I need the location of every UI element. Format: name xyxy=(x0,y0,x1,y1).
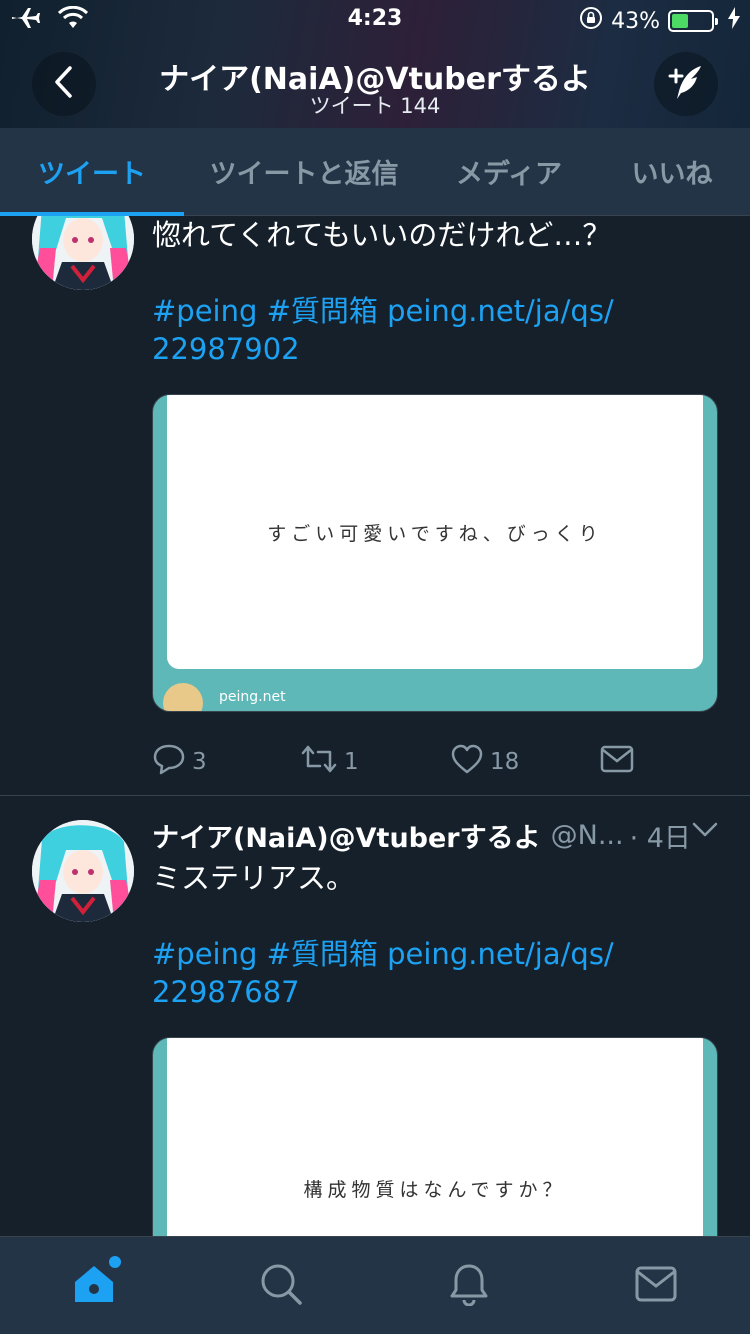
peing-logo xyxy=(163,683,203,711)
card-domain: peing.net xyxy=(219,689,286,705)
tweet-text: 惚れてくれてもいいのだけれど…？ xyxy=(152,218,612,252)
link-card[interactable]: 構成物質はなんですか？ xyxy=(152,1037,718,1236)
reply-button[interactable]: 3 xyxy=(152,742,300,782)
reply-icon xyxy=(152,742,186,782)
rotation-lock-icon xyxy=(579,6,603,36)
tweet-link[interactable]: #peing #質問箱 peing.net/ja/qs/ xyxy=(152,935,722,973)
avatar[interactable] xyxy=(32,820,134,922)
battery-icon xyxy=(668,10,718,32)
retweet-button[interactable]: 1 xyxy=(300,742,450,782)
messages-icon xyxy=(634,1264,678,1308)
nav-notifications[interactable] xyxy=(375,1237,563,1334)
status-bar: 4:23 43% xyxy=(0,0,750,40)
tab-media[interactable]: メディア xyxy=(424,128,594,215)
nav-search[interactable] xyxy=(188,1237,376,1334)
search-icon xyxy=(259,1262,303,1310)
bottom-tab-bar xyxy=(0,1236,750,1334)
retweet-icon xyxy=(300,742,338,782)
tweet-header: ナイア(NaiA)@Vtuberするよ @N... · 4日 xyxy=(152,816,722,855)
avatar[interactable] xyxy=(32,216,134,290)
nav-home[interactable] xyxy=(0,1237,188,1334)
like-button[interactable]: 18 xyxy=(450,742,600,782)
battery-percent: 43% xyxy=(611,8,660,34)
tab-tweets-and-replies[interactable]: ツイートと返信 xyxy=(184,128,424,215)
compose-tweet-button[interactable] xyxy=(654,52,718,116)
charging-icon xyxy=(728,7,740,35)
tweet-link[interactable]: #peing #質問箱 peing.net/ja/qs/ xyxy=(152,292,722,330)
card-question-text: すごい可愛いですね、びっくり xyxy=(167,395,703,669)
tweet-count: ツイート 144 xyxy=(309,94,441,118)
author-name[interactable]: ナイア(NaiA)@Vtuberするよ xyxy=(152,816,541,855)
tweet-item[interactable]: ナイア(NaiA)@Vtuberするよ @N... · 4日 ミステリアス。 #… xyxy=(0,796,750,1236)
compose-tweet-icon xyxy=(667,63,705,105)
tweet-item[interactable]: 惚れてくれてもいいのだけれど…？ #peing #質問箱 peing.net/j… xyxy=(0,216,750,796)
tweet-feed[interactable]: 惚れてくれてもいいのだけれど…？ #peing #質問箱 peing.net/j… xyxy=(0,216,750,1236)
link-card[interactable]: すごい可愛いですね、びっくり peing.net xyxy=(152,394,718,712)
profile-tabs: ツイート ツイートと返信 メディア いいね xyxy=(0,128,750,216)
nav-messages[interactable] xyxy=(563,1237,750,1334)
home-icon xyxy=(71,1255,121,1310)
card-question-text: 構成物質はなんですか？ xyxy=(167,1038,703,1236)
tab-tweets[interactable]: ツイート xyxy=(0,128,184,216)
tweet-time: · 4日 xyxy=(629,823,691,854)
tweet-actions: 3 1 18 xyxy=(152,742,634,782)
heart-icon xyxy=(450,742,484,782)
tweet-text: ミステリアス。 xyxy=(152,861,356,895)
profile-header: 4:23 43% ナイア(NaiA)@Vtuberするよ ツイート 144 xyxy=(0,0,750,128)
notifications-icon xyxy=(447,1262,491,1310)
tweet-link-id[interactable]: 22987902 xyxy=(152,330,722,368)
author-handle[interactable]: @N... xyxy=(551,820,624,851)
mail-icon xyxy=(600,744,634,780)
reply-count: 3 xyxy=(192,749,207,775)
tab-likes[interactable]: いいね xyxy=(594,128,750,215)
share-dm-button[interactable] xyxy=(600,744,634,780)
retweet-count: 1 xyxy=(344,749,359,775)
tweet-link-id[interactable]: 22987687 xyxy=(152,973,722,1011)
chevron-down-icon[interactable] xyxy=(692,822,718,842)
like-count: 18 xyxy=(490,749,520,775)
